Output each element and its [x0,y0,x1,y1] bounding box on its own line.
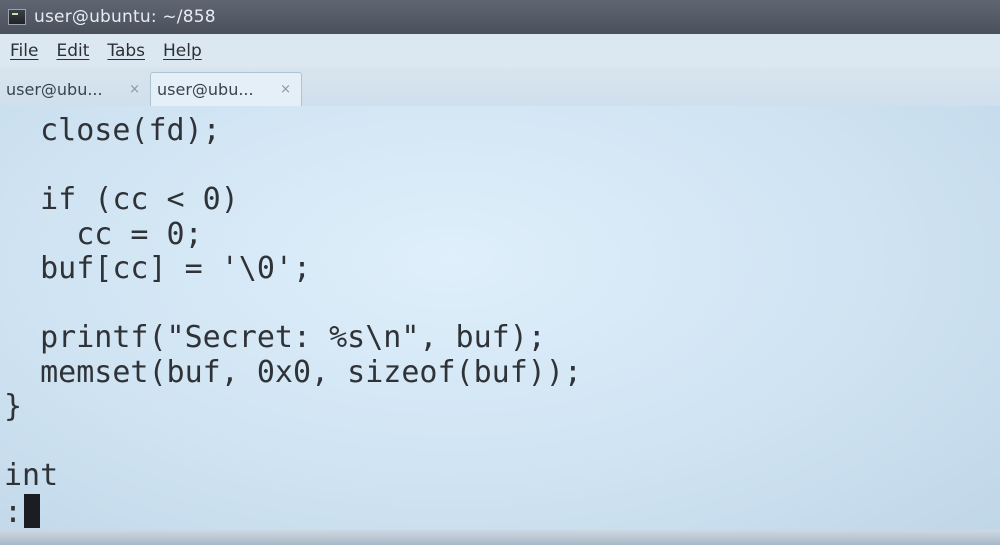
window-titlebar[interactable]: user@ubuntu: ~/858 [0,0,1000,34]
tab-label: user@ubu... [6,79,103,99]
terminal-output[interactable]: close(fd); if (cc < 0) cc = 0; buf[cc] =… [0,106,1000,545]
code-listing: close(fd); if (cc < 0) cc = 0; buf[cc] =… [4,113,582,530]
close-icon[interactable]: × [280,82,291,97]
code-line: int [4,458,59,493]
code-line: buf[cc] = '\0'; [4,251,312,286]
menu-file[interactable]: File [8,39,40,63]
menu-tabs[interactable]: Tabs [105,39,147,63]
code-line: cc = 0; [4,216,203,252]
menu-edit[interactable]: Edit [54,39,91,63]
menu-bar: File Edit Tabs Help [0,34,1000,68]
tab-label: user@ubu... [157,80,254,99]
code-line: close(fd); [4,113,221,148]
text-cursor [24,493,41,528]
command-prompt: : [4,494,23,530]
code-line: memset(buf, 0x0, sizeof(buf)); [4,354,582,390]
code-line: } [4,389,23,424]
close-icon[interactable]: × [129,82,140,97]
terminal-app-icon [8,9,26,25]
menu-help[interactable]: Help [161,39,204,63]
code-line: if (cc < 0) [4,182,239,217]
command-prompt-line[interactable]: : [4,493,582,530]
code-line: printf("Secret: %s\n", buf); [4,320,546,355]
tab-bar: user@ubu... × user@ubu... × [0,68,1000,107]
terminal-tab-2[interactable]: user@ubu... × [150,72,302,106]
desktop-taskbar-edge [0,530,1000,545]
window-title: user@ubuntu: ~/858 [34,7,216,27]
terminal-tab-1[interactable]: user@ubu... × [0,72,150,106]
